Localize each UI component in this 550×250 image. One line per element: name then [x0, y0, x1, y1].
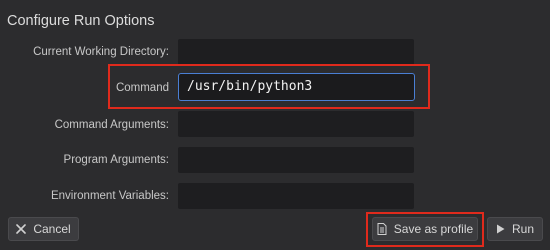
command-label: Command	[115, 82, 169, 94]
cwd-label: Current Working Directory:	[33, 46, 169, 58]
command-arguments-label: Command Arguments:	[54, 119, 169, 131]
save-as-profile-button[interactable]: Save as profile	[372, 217, 478, 241]
document-icon	[377, 223, 387, 235]
environment-variables-label: Environment Variables:	[50, 190, 169, 202]
cwd-field[interactable]	[178, 39, 414, 65]
cancel-label: Cancel	[33, 222, 71, 236]
program-arguments-field[interactable]	[178, 147, 414, 173]
environment-variables-field[interactable]	[178, 183, 414, 209]
save-as-profile-label: Save as profile	[393, 222, 474, 236]
run-button[interactable]: Run	[487, 217, 543, 241]
dialog-title: Configure Run Options	[7, 13, 155, 29]
configure-run-options-dialog: Configure Run Options Current Working Di…	[0, 0, 550, 250]
cancel-button[interactable]: Cancel	[8, 217, 79, 241]
command-arguments-field[interactable]	[178, 111, 414, 137]
x-icon	[16, 224, 27, 234]
run-label: Run	[511, 222, 534, 236]
command-input[interactable]: /usr/bin/python3	[178, 73, 415, 101]
program-arguments-label: Program Arguments:	[63, 154, 169, 166]
play-icon	[496, 224, 505, 234]
